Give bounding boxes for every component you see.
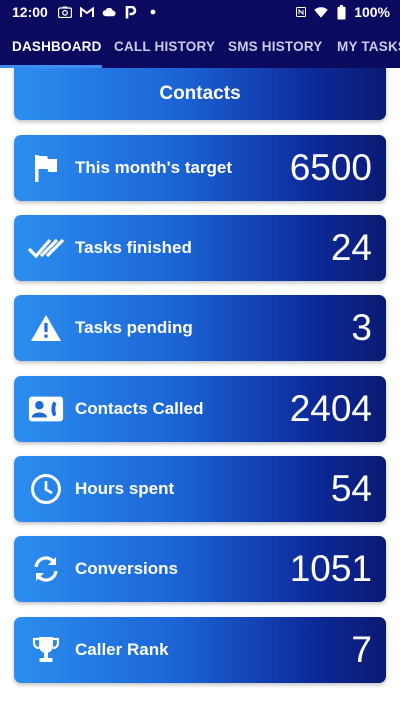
stat-card-caller-rank[interactable]: Caller Rank 7 [14, 617, 386, 683]
stat-label: Tasks pending [75, 318, 193, 337]
camera-icon [57, 5, 72, 19]
warning-icon [28, 310, 64, 346]
sync-icon [28, 551, 64, 587]
cloud-icon [102, 5, 116, 19]
stat-value: 24 [330, 227, 372, 268]
stat-label: Tasks finished [75, 238, 192, 257]
stat-label: Caller Rank [75, 640, 169, 659]
stat-card-contacts-called[interactable]: Contacts Called 2404 [14, 376, 386, 442]
battery-percentage: 100% [354, 4, 390, 20]
contact-call-icon [28, 391, 64, 427]
status-time: 12:00 [12, 4, 48, 20]
pocket-icon [124, 5, 138, 19]
stat-value: 2404 [289, 388, 372, 429]
trophy-icon [28, 632, 64, 668]
stat-label: This month's target [75, 158, 233, 177]
gmail-icon [79, 5, 94, 19]
tab-dashboard[interactable]: DASHBOARD [12, 24, 102, 68]
contacts-header-card[interactable]: Contacts [14, 68, 386, 120]
stat-label: Contacts Called [75, 399, 204, 418]
tab-sms-history[interactable]: SMS HISTORY [228, 24, 322, 68]
nfc-icon [294, 5, 308, 19]
stat-card-hours-spent[interactable]: Hours spent 54 [14, 456, 386, 522]
stat-label: Conversions [75, 559, 178, 578]
stat-value: 6500 [289, 147, 372, 188]
stat-card-monthly-target[interactable]: This month's target 6500 [14, 135, 386, 201]
dot-icon [146, 5, 160, 19]
stat-card-tasks-pending[interactable]: Tasks pending 3 [14, 295, 386, 361]
dashboard-content[interactable]: Contacts This month's target 6500 Tasks … [0, 68, 400, 711]
stat-card-tasks-finished[interactable]: Tasks finished 24 [14, 215, 386, 281]
stat-value: 54 [330, 468, 372, 509]
tab-call-history[interactable]: CALL HISTORY [114, 24, 215, 68]
stat-value: 3 [351, 307, 372, 348]
clock-icon [28, 471, 64, 507]
tab-bar: DASHBOARD CALL HISTORY SMS HISTORY MY TA… [0, 24, 400, 68]
contacts-title: Contacts [159, 83, 241, 104]
flag-icon [28, 150, 64, 186]
battery-icon [334, 4, 348, 19]
double-check-icon [28, 230, 64, 266]
stat-value: 7 [351, 629, 372, 670]
tab-my-tasks[interactable]: MY TASKS [337, 24, 400, 68]
status-bar: 12:00 100% [0, 0, 400, 24]
stat-card-conversions[interactable]: Conversions 1051 [14, 536, 386, 602]
stat-value: 1051 [289, 548, 372, 589]
stat-label: Hours spent [75, 479, 175, 498]
wifi-icon [314, 5, 328, 19]
